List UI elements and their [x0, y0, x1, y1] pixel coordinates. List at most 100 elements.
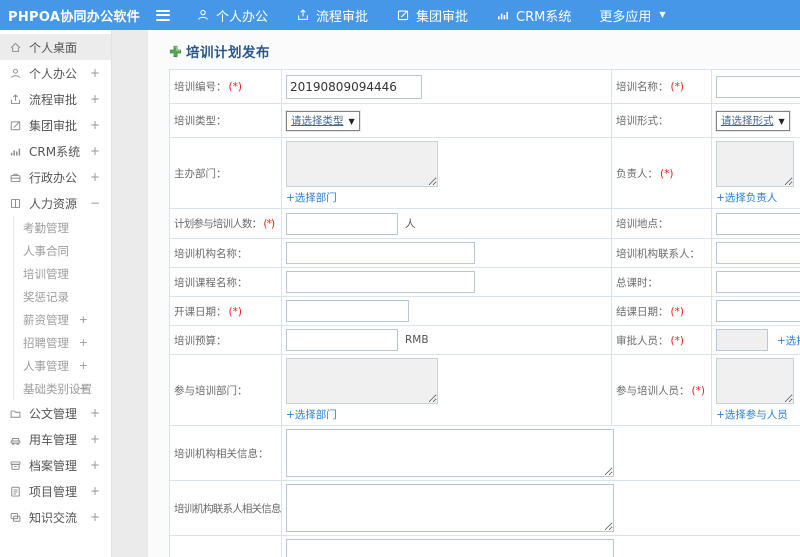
sidebar-item-crm[interactable]: CRM系统 +	[0, 138, 111, 164]
car-icon	[9, 433, 29, 446]
nav-crm-system[interactable]: CRM系统	[496, 0, 571, 30]
sidebar-hr-submenu: 考勤管理 人事合同 培训管理 奖惩记录 薪资管理 + 招聘管理 + 人事管理 +…	[13, 216, 111, 400]
training-type-select[interactable]: 请选择类型 ▼	[286, 110, 360, 131]
sidebar-subitem-hr-contract[interactable]: 人事合同	[14, 239, 111, 262]
expand-plus-icon[interactable]: +	[90, 432, 100, 446]
leader-textarea[interactable]	[716, 141, 794, 187]
sidebar-item-workflow-approval[interactable]: 流程审批 +	[0, 86, 111, 112]
org-info-textarea[interactable]	[286, 429, 614, 477]
planned-count-input[interactable]	[286, 212, 398, 235]
start-date-input[interactable]	[286, 300, 409, 322]
home-icon	[9, 41, 29, 54]
chat-icon	[9, 511, 29, 524]
archive-icon	[9, 459, 29, 472]
end-date-input[interactable]	[716, 300, 800, 322]
chart-icon	[496, 8, 510, 22]
label-approver: 审批人员： (*)	[611, 325, 712, 355]
top-navbar: PHPOA协同办公软件 个人办公 流程审批 集团审批 CRM系统 更多应用 ▼	[0, 0, 800, 30]
expand-plus-icon[interactable]: +	[90, 144, 100, 158]
sidebar-item-document-mgmt[interactable]: 公文管理 +	[0, 400, 111, 426]
org-name-input[interactable]	[286, 242, 475, 264]
budget-input[interactable]	[286, 329, 398, 351]
chevron-down-icon: ▼	[659, 10, 666, 19]
sidebar-subitem-training[interactable]: 培训管理	[14, 262, 111, 285]
edit-icon	[9, 119, 29, 132]
expand-plus-icon[interactable]: +	[90, 118, 100, 132]
unit-rmb: RMB	[405, 334, 429, 346]
org-contact-input[interactable]	[716, 242, 800, 264]
sidebar-subitem-salary[interactable]: 薪资管理 +	[14, 308, 111, 331]
sidebar-item-personal-office[interactable]: 个人办公 +	[0, 60, 111, 86]
label-training-type: 培训类型：	[169, 103, 282, 138]
select-leader-link[interactable]: +选择负责人	[716, 190, 777, 205]
add-icon	[169, 45, 182, 58]
sidebar: 个人桌面 个人办公 + 流程审批 + 集团审批 + CRM系统 + 行政办公 +…	[0, 30, 112, 557]
org-contact-info-textarea[interactable]	[286, 484, 614, 532]
sidebar-item-archive-mgmt[interactable]: 档案管理 +	[0, 452, 111, 478]
unit-person: 人	[405, 217, 416, 230]
upload-icon	[296, 8, 310, 22]
book-icon	[9, 197, 29, 210]
collapse-minus-icon[interactable]: −	[90, 196, 100, 210]
sidebar-subitem-recruit[interactable]: 招聘管理 +	[14, 331, 111, 354]
sidebar-subitem-attendance[interactable]: 考勤管理	[14, 216, 111, 239]
label-training-no: 培训编号： (*)	[169, 69, 282, 104]
sidebar-item-admin-office[interactable]: 行政办公 +	[0, 164, 111, 190]
select-join-staff-link[interactable]: +选择参与人员	[716, 407, 788, 422]
select-department-link[interactable]: +选择部门	[286, 190, 337, 205]
label-training-mode: 培训形式：	[611, 103, 712, 138]
join-department-textarea[interactable]	[286, 358, 438, 404]
sidebar-item-knowledge-exchange[interactable]: 知识交流 +	[0, 504, 111, 530]
label-course-name: 培训课程名称：	[169, 267, 282, 297]
select-join-department-link[interactable]: +选择部门	[286, 407, 337, 422]
edit-icon	[396, 8, 410, 22]
sidebar-item-group-approval[interactable]: 集团审批 +	[0, 112, 111, 138]
sidebar-item-personal-desktop[interactable]: 个人桌面	[0, 34, 111, 60]
requirements-textarea[interactable]	[286, 539, 614, 557]
total-hours-input[interactable]	[716, 271, 800, 293]
host-department-textarea[interactable]	[286, 141, 438, 187]
expand-plus-icon[interactable]: +	[79, 313, 88, 326]
label-leader: 负责人： (*)	[611, 137, 712, 209]
menu-toggle-icon[interactable]	[154, 6, 172, 25]
sidebar-subitem-reward-record[interactable]: 奖惩记录	[14, 285, 111, 308]
select-approver-link[interactable]: +选择审批人员	[777, 335, 800, 347]
sidebar-item-vehicle-mgmt[interactable]: 用车管理 +	[0, 426, 111, 452]
label-budget: 培训预算：	[169, 325, 282, 355]
expand-plus-icon[interactable]: +	[90, 66, 100, 80]
sidebar-subitem-personnel[interactable]: 人事管理 +	[14, 354, 111, 377]
sidebar-item-project-mgmt[interactable]: 项目管理 +	[0, 478, 111, 504]
training-no-input[interactable]	[286, 74, 422, 99]
expand-plus-icon[interactable]: +	[79, 382, 88, 395]
expand-plus-icon[interactable]: +	[90, 170, 100, 184]
label-total-hours: 总课时：	[611, 267, 712, 297]
join-staff-textarea[interactable]	[716, 358, 794, 404]
course-name-input[interactable]	[286, 271, 475, 293]
nav-group-approval[interactable]: 集团审批	[396, 0, 468, 30]
approver-input[interactable]	[716, 329, 768, 351]
nav-personal-office[interactable]: 个人办公	[196, 0, 268, 30]
chart-icon	[9, 145, 29, 158]
expand-plus-icon[interactable]: +	[90, 458, 100, 472]
label-end-date: 结课日期： (*)	[611, 296, 712, 326]
label-host-department: 主办部门：	[169, 137, 282, 209]
nav-workflow-approval[interactable]: 流程审批	[296, 0, 368, 30]
label-org-contact: 培训机构联系人：	[611, 238, 712, 268]
sidebar-subitem-base-category[interactable]: 基础类别设置 +	[14, 377, 111, 400]
user-icon	[9, 67, 29, 80]
training-place-input[interactable]	[716, 212, 800, 235]
training-mode-select[interactable]: 请选择形式 ▼	[716, 110, 790, 131]
expand-plus-icon[interactable]: +	[90, 484, 100, 498]
expand-plus-icon[interactable]: +	[79, 336, 88, 349]
sidebar-item-human-resources[interactable]: 人力资源 −	[0, 190, 111, 216]
nav-more-apps[interactable]: 更多应用 ▼	[599, 0, 665, 30]
training-name-input[interactable]	[716, 75, 800, 98]
label-start-date: 开课日期： (*)	[169, 296, 282, 326]
training-form-table: 培训编号：(*) 培训名称：(*) 培训类型： 请选择类型▼ 培训形式： 请选择…	[169, 69, 800, 557]
expand-plus-icon[interactable]: +	[79, 359, 88, 372]
expand-plus-icon[interactable]: +	[90, 510, 100, 524]
expand-plus-icon[interactable]: +	[90, 92, 100, 106]
label-training-name: 培训名称： (*)	[611, 69, 712, 104]
expand-plus-icon[interactable]: +	[90, 406, 100, 420]
chevron-down-icon: ▼	[348, 116, 355, 126]
